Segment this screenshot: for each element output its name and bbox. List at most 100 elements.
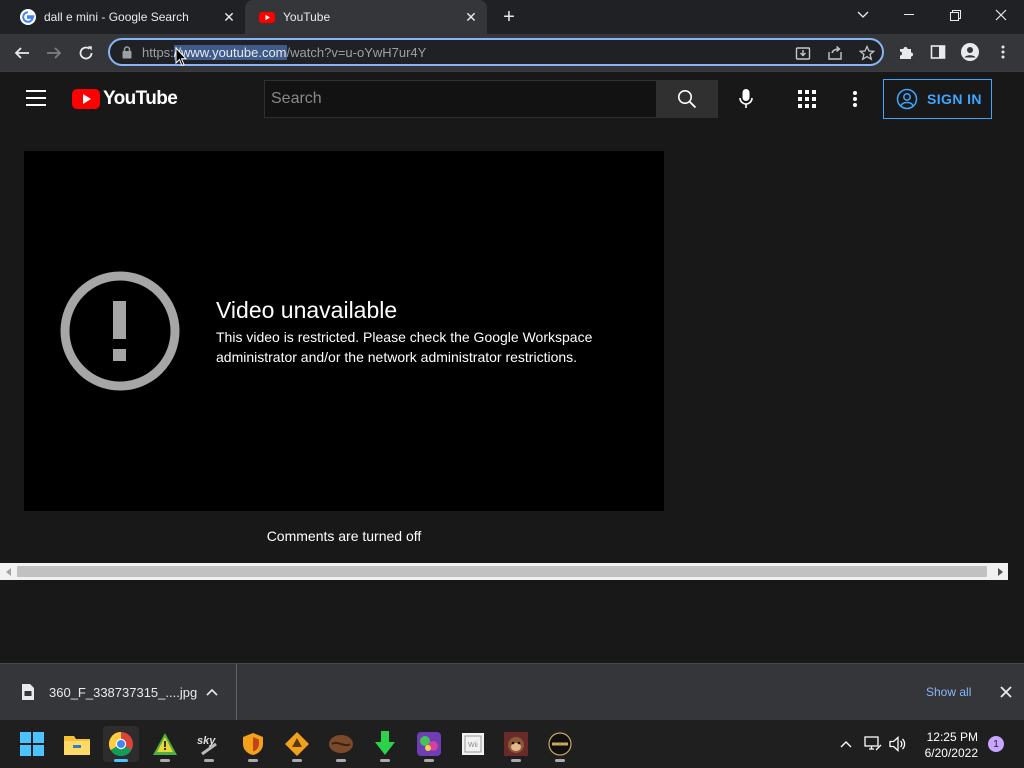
tab-title: YouTube (283, 10, 331, 24)
show-hidden-icons-chevron-icon[interactable] (836, 734, 856, 754)
search-button[interactable] (656, 80, 718, 118)
tab-close-icon[interactable]: ✕ (461, 7, 481, 27)
clock-time: 12:25 PM (926, 730, 978, 744)
back-button[interactable] (8, 39, 36, 67)
file-explorer-icon (64, 736, 90, 755)
youtube-logo-text: YouTube (103, 88, 178, 109)
settings-more-button[interactable] (843, 87, 867, 111)
comments-status: Comments are turned off (266, 528, 422, 544)
new-tab-button[interactable]: + (497, 5, 521, 29)
error-message: This video is restricted. Please check t… (216, 329, 593, 365)
start-icon (20, 732, 44, 756)
account-circle-icon (896, 88, 918, 110)
address-bar[interactable]: https://www.youtube.com/watch?v=u-oYwH7u… (108, 38, 884, 66)
youtube-apps-button[interactable] (795, 87, 819, 111)
download-app-icon (375, 731, 395, 755)
install-app-icon[interactable] (794, 44, 812, 62)
tab-youtube[interactable]: YouTube ✕ (245, 0, 487, 34)
taskbar-game-app[interactable] (411, 726, 447, 762)
scroll-left-arrow-icon[interactable] (0, 563, 17, 580)
taskbar-shield-app[interactable] (235, 726, 271, 762)
taskbar-chrome[interactable] (103, 726, 139, 762)
image-file-icon (22, 684, 34, 700)
youtube-play-icon (72, 89, 100, 109)
taskbar-kings-app[interactable] (542, 726, 578, 762)
error-title: Video unavailable (216, 297, 398, 323)
error-exclamation-icon (60, 271, 180, 391)
more-vertical-icon (853, 91, 857, 107)
profile-icon[interactable] (960, 42, 980, 62)
tab-close-icon[interactable]: ✕ (219, 7, 239, 27)
download-bar: 360_F_338737315_....jpg Show all (0, 663, 1024, 720)
hazard-app-icon (285, 732, 309, 756)
horizontal-scrollbar[interactable] (0, 563, 1008, 580)
share-icon[interactable] (826, 44, 844, 62)
taskbar-coffee-app[interactable] (323, 726, 359, 762)
network-icon[interactable] (863, 734, 883, 754)
system-clock[interactable]: 12:25 PM 6/20/2022 (912, 729, 978, 761)
windows-taskbar: sky Wii 12:25 PM 6/20/2022 1 (0, 720, 1024, 768)
coffee-app-icon (329, 735, 353, 753)
taskbar-monkey-app[interactable] (498, 726, 534, 762)
voice-search-button[interactable] (734, 87, 758, 111)
forward-button[interactable] (40, 39, 68, 67)
youtube-header: YouTube SIGN IN (0, 72, 1008, 126)
guide-menu-icon[interactable] (26, 90, 46, 106)
search-icon (678, 90, 697, 109)
taskbar-warning-app[interactable] (147, 726, 183, 762)
search-input[interactable] (265, 81, 656, 117)
chrome-icon (109, 732, 133, 756)
sign-in-label: SIGN IN (927, 91, 982, 107)
apps-grid-icon (798, 90, 816, 108)
notification-badge[interactable]: 1 (988, 736, 1004, 752)
microphone-icon (739, 89, 753, 108)
url-path: /watch?v=u-oYwH7ur4Y (286, 45, 427, 60)
volume-icon[interactable] (888, 734, 908, 754)
browser-menu-icon[interactable] (993, 42, 1013, 62)
restore-button[interactable] (932, 0, 978, 30)
close-download-bar-icon[interactable] (998, 684, 1014, 700)
extensions-puzzle-icon[interactable] (896, 42, 916, 62)
taskbar-download-app[interactable] (367, 726, 403, 762)
minimize-button[interactable] (886, 0, 932, 30)
tab-strip: dall e mini - Google Search ✕ YouTube ✕ … (0, 0, 1024, 34)
tab-google-search[interactable]: dall e mini - Google Search ✕ (0, 0, 245, 34)
warning-app-icon (153, 733, 177, 755)
url-scheme: https: (142, 45, 174, 60)
close-window-button[interactable] (978, 0, 1024, 30)
taskbar-sky-app[interactable]: sky (191, 726, 227, 762)
kings-app-icon (548, 732, 572, 756)
url-selected-host: //www.youtube.com (173, 45, 287, 60)
scrollbar-thumb[interactable] (17, 566, 987, 577)
browser-toolbar: https://www.youtube.com/watch?v=u-oYwH7u… (0, 34, 1024, 72)
mouse-cursor-icon (175, 47, 187, 67)
taskbar-hazard-app[interactable] (279, 726, 315, 762)
monkey-app-icon (504, 732, 528, 756)
shield-app-icon (243, 733, 263, 755)
sign-in-button[interactable]: SIGN IN (883, 79, 992, 119)
lock-icon[interactable] (122, 46, 132, 59)
clock-date: 6/20/2022 (924, 746, 978, 760)
side-panel-icon[interactable] (928, 42, 948, 62)
svg-text:Wii: Wii (468, 742, 478, 749)
youtube-logo[interactable]: YouTube (72, 88, 178, 110)
download-options-chevron-icon[interactable] (205, 685, 219, 699)
tab-search-chevron-icon[interactable] (840, 0, 886, 30)
download-item[interactable]: 360_F_338737315_....jpg (0, 664, 237, 720)
start-button[interactable] (14, 726, 50, 762)
reload-button[interactable] (72, 39, 100, 67)
google-favicon (20, 9, 36, 25)
wii-app-icon: Wii (462, 733, 484, 755)
video-player[interactable]: Video unavailable This video is restrict… (24, 151, 664, 511)
download-file-name: 360_F_338737315_....jpg (49, 685, 198, 700)
bookmark-star-icon[interactable] (858, 44, 876, 62)
sky-app-icon: sky (197, 735, 217, 756)
youtube-favicon (259, 12, 275, 23)
taskbar-wii-app[interactable]: Wii (455, 726, 491, 762)
scroll-right-arrow-icon[interactable] (991, 563, 1008, 580)
tab-title: dall e mini - Google Search (44, 10, 189, 24)
taskbar-file-explorer[interactable] (59, 726, 95, 762)
game-app-icon (417, 732, 441, 756)
search-box (264, 80, 656, 118)
show-all-downloads-link[interactable]: Show all (926, 685, 971, 699)
